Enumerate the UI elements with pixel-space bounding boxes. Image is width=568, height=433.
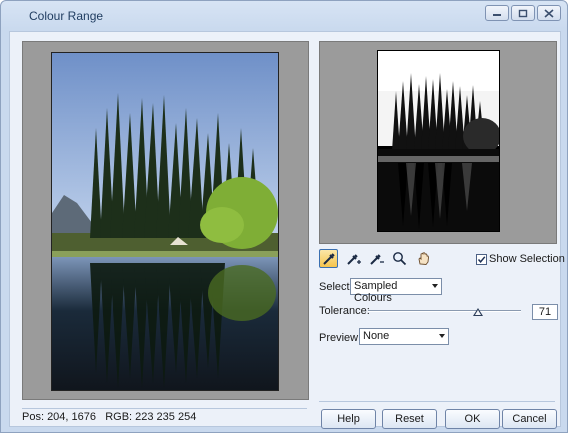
help-button[interactable]: Help [321,409,376,429]
preview-label: Preview: [319,332,362,344]
close-button[interactable] [537,5,561,21]
eyedropper-icon [322,252,335,265]
original-image-pane[interactable] [22,41,309,400]
maximize-icon [518,9,528,17]
close-icon [544,8,554,18]
zoom-tool-button[interactable] [390,249,409,268]
colour-range-dialog: Colour Range Show Selection Select: Samp… [0,0,568,433]
show-selection-label: Show Selection [489,253,565,265]
window-controls [485,5,561,21]
tolerance-slider-track[interactable] [368,310,521,312]
dropdown-arrow-icon [439,334,445,338]
dropdown-arrow-icon [432,284,438,288]
tolerance-value-field[interactable]: 71 [532,304,558,320]
rgb-readout: RGB: 223 235 254 [105,411,197,423]
original-photo[interactable] [51,52,279,391]
dialog-body: Show Selection Select: Sampled Colours T… [9,31,565,429]
subtract-colour-tool-button[interactable] [367,249,386,268]
selection-mask-image [378,51,499,231]
title-bar: Colour Range [1,1,567,29]
selection-mask-preview [377,50,500,232]
eyedropper-plus-icon [346,253,361,265]
preview-value: None [363,330,390,342]
button-divider [319,401,555,402]
tolerance-slider-thumb[interactable] [473,308,483,316]
maximize-button[interactable] [511,5,535,21]
ok-button[interactable]: OK [445,409,500,429]
window-title: Colour Range [29,9,104,23]
eyedropper-minus-icon [369,253,384,265]
position-readout: Pos: 204, 1676 [22,411,97,423]
select-value: Sampled Colours [354,280,398,304]
tolerance-label: Tolerance: [319,305,370,317]
hand-icon [418,252,429,265]
checkmark-icon [477,256,486,263]
add-colour-tool-button[interactable] [344,249,363,268]
status-bar: Pos: 204, 1676 RGB: 223 235 254 [22,408,307,426]
zoom-icon [393,252,407,266]
select-dropdown[interactable]: Sampled Colours [350,278,442,304]
preview-dropdown[interactable]: None [359,328,449,345]
reset-button[interactable]: Reset [382,409,437,429]
select-label: Select: [319,281,353,293]
minimize-icon [493,14,501,16]
landscape-photo-image [52,53,278,390]
cancel-button[interactable]: Cancel [502,409,557,429]
hand-tool-button[interactable] [414,249,433,268]
minimize-button[interactable] [485,5,509,21]
eyedropper-tool-button[interactable] [319,249,338,268]
selection-preview-pane [319,41,557,244]
show-selection-checkbox[interactable] [476,254,487,265]
